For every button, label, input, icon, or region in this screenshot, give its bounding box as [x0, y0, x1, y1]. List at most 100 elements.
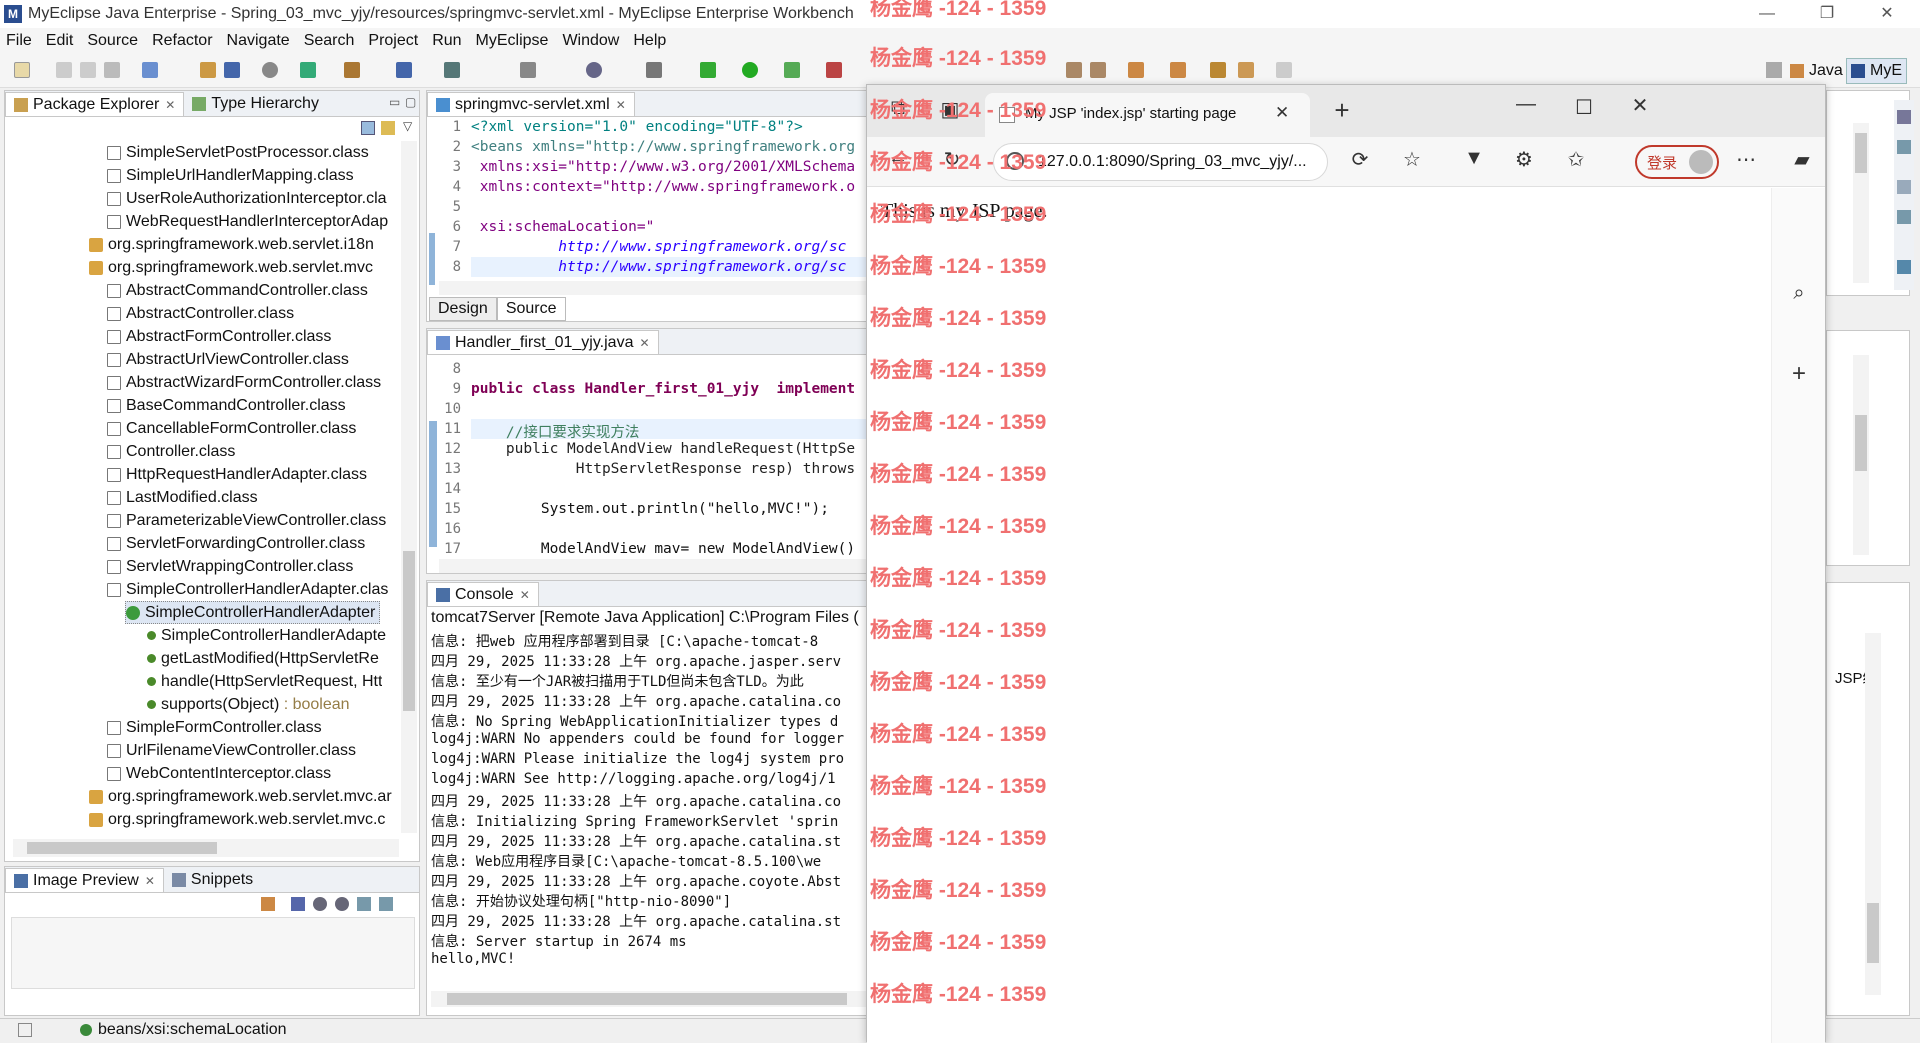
code-line[interactable]: xmlns:xsi="http://www.w3.org/2001/XMLSch…: [471, 159, 855, 175]
tree-item[interactable]: LastModified.class: [107, 486, 258, 509]
new-project-icon[interactable]: [142, 62, 158, 78]
properties-scrollbar[interactable]: [1865, 633, 1881, 995]
tree-package[interactable]: org.springframework.web.servlet.mvc.ar: [89, 785, 392, 808]
sidebar-toggle-icon[interactable]: ▰: [1787, 147, 1817, 172]
toolbar-misc-icon[interactable]: [1066, 62, 1082, 78]
close-icon[interactable]: ✕: [520, 588, 530, 602]
close-icon[interactable]: ✕: [165, 98, 175, 112]
outline-scrollbar[interactable]: [1853, 123, 1869, 283]
tree-item[interactable]: UserRoleAuthorizationInterceptor.cla: [107, 187, 387, 210]
trim-help-icon[interactable]: [1897, 260, 1911, 274]
search-icon[interactable]: ⌕: [1784, 282, 1814, 305]
scrollbar-thumb[interactable]: [403, 551, 415, 711]
scrollbar-thumb[interactable]: [1867, 903, 1879, 963]
menu-edit[interactable]: Edit: [46, 32, 74, 50]
outline-scrollbar[interactable]: [1853, 355, 1869, 555]
code-line[interactable]: ModelAndView mav= new ModelAndView(): [471, 541, 855, 557]
coverage-icon[interactable]: [784, 62, 800, 78]
menu-refactor[interactable]: Refactor: [152, 32, 212, 50]
open-type-icon[interactable]: [200, 62, 216, 78]
maximize-view-icon[interactable]: ▢: [405, 95, 416, 109]
tree-item[interactable]: AbstractWizardFormController.class: [107, 371, 381, 394]
perspective-java[interactable]: Java: [1790, 60, 1843, 82]
link-editor-icon[interactable]: [381, 121, 395, 135]
collapse-all-icon[interactable]: [361, 121, 375, 135]
external-tools-icon[interactable]: [646, 62, 662, 78]
tree-package[interactable]: org.springframework.web.servlet.i18n: [89, 233, 374, 256]
close-icon[interactable]: ✕: [616, 98, 626, 112]
tree-method[interactable]: SimpleControllerHandlerAdapte: [147, 624, 386, 647]
close-icon[interactable]: ✕: [145, 874, 155, 888]
java-horizontal-scrollbar[interactable]: [439, 559, 873, 573]
web-browser-icon[interactable]: [444, 62, 460, 78]
maximize-button[interactable]: ❐: [1812, 2, 1842, 26]
extensions-icon[interactable]: ⚙: [1509, 147, 1539, 172]
tree-item[interactable]: AbstractCommandController.class: [107, 279, 368, 302]
globe-icon[interactable]: [586, 62, 602, 78]
tree-item[interactable]: BaseCommandController.class: [107, 394, 346, 417]
external-run-icon[interactable]: [826, 62, 842, 78]
run-icon[interactable]: [742, 62, 758, 78]
tab-package-explorer[interactable]: Package Explorer ✕: [5, 92, 185, 116]
tree-package[interactable]: org.springframework.web.servlet.mvc: [89, 256, 373, 279]
deploy-icon[interactable]: [300, 62, 316, 78]
print-icon[interactable]: [104, 62, 120, 78]
code-line[interactable]: public ModelAndView handleRequest(HttpSe: [471, 441, 855, 457]
browser-minimize-icon[interactable]: —: [1511, 93, 1541, 116]
fit-window-icon[interactable]: [379, 897, 393, 911]
tree-item[interactable]: WebRequestHandlerInterceptorAdap: [107, 210, 388, 233]
open-perspective-icon-right[interactable]: [1766, 62, 1782, 78]
close-button[interactable]: ✕: [1872, 2, 1902, 26]
tree-item[interactable]: UrlFilenameViewController.class: [107, 739, 356, 762]
code-line[interactable]: //接口要求实现方法: [471, 421, 639, 442]
minimize-view-icon[interactable]: ▭: [389, 95, 400, 109]
xml-horizontal-scrollbar[interactable]: [439, 281, 873, 295]
code-line[interactable]: http://www.springframework.org/sc: [471, 259, 846, 275]
zoom-in-icon[interactable]: [335, 897, 349, 911]
menu-navigate[interactable]: Navigate: [227, 32, 290, 50]
tree-item-selected[interactable]: SimpleControllerHandlerAdapter: [125, 601, 381, 624]
url-text[interactable]: 127.0.0.1:8090/Spring_03_mvc_yjy/...: [1038, 153, 1307, 171]
tree-item[interactable]: AbstractUrlViewController.class: [107, 348, 349, 371]
tree-package[interactable]: org.springframework.web.servlet.mvc.c: [89, 808, 385, 831]
tree-vertical-scrollbar[interactable]: [401, 141, 417, 833]
trim-servers-icon[interactable]: [1897, 180, 1911, 194]
menu-project[interactable]: Project: [368, 32, 418, 50]
run-server-icon[interactable]: [344, 62, 360, 78]
new-tab-icon[interactable]: +: [1327, 95, 1357, 126]
extension-v-icon[interactable]: ▼: [1459, 147, 1489, 170]
tree-item[interactable]: ServletWrappingController.class: [107, 555, 353, 578]
tree-item[interactable]: SimpleUrlHandlerMapping.class: [107, 164, 354, 187]
tree-item[interactable]: SimpleServletPostProcessor.class: [107, 141, 369, 164]
scrollbar-thumb[interactable]: [447, 993, 847, 1005]
trim-properties-icon[interactable]: [1897, 210, 1911, 224]
refresh-preview-icon[interactable]: [261, 897, 275, 911]
login-button[interactable]: 登录: [1635, 145, 1719, 179]
menu-help[interactable]: Help: [633, 32, 666, 50]
new-icon[interactable]: [14, 62, 30, 78]
toolbar-misc2-icon[interactable]: [1090, 62, 1106, 78]
minimize-button[interactable]: —: [1752, 2, 1782, 26]
perspective-myeclipse[interactable]: MyE: [1846, 58, 1907, 84]
prev-annotation-icon[interactable]: [1170, 62, 1186, 78]
save-icon[interactable]: [56, 62, 72, 78]
tab-snippets[interactable]: Snippets: [164, 868, 261, 892]
scrollbar-thumb[interactable]: [27, 842, 217, 854]
tree-item[interactable]: HttpRequestHandlerAdapter.class: [107, 463, 367, 486]
tab-handler-java[interactable]: Handler_first_01_yjy.java ✕: [427, 330, 659, 354]
server-icon[interactable]: [262, 62, 278, 78]
tree-method[interactable]: getLastModified(HttpServletRe: [147, 647, 379, 670]
console-horizontal-scrollbar[interactable]: [431, 991, 871, 1007]
code-line[interactable]: System.out.println("hello,MVC!");: [471, 501, 829, 517]
favorite-star-icon[interactable]: ☆: [1397, 147, 1427, 172]
tree-item[interactable]: AbstractController.class: [107, 302, 294, 325]
tab-type-hierarchy[interactable]: Type Hierarchy: [184, 92, 327, 116]
zoom-out-icon[interactable]: [313, 897, 327, 911]
tab-springmvc-servlet-xml[interactable]: springmvc-servlet.xml ✕: [427, 92, 635, 116]
menu-run[interactable]: Run: [432, 32, 461, 50]
menu-search[interactable]: Search: [304, 32, 355, 50]
tree-item[interactable]: WebContentInterceptor.class: [107, 762, 331, 785]
tab-console[interactable]: Console ✕: [427, 582, 539, 606]
code-line[interactable]: http://www.springframework.org/sc: [471, 239, 846, 255]
code-line[interactable]: <beans xmlns="http://www.springframework…: [471, 139, 855, 155]
